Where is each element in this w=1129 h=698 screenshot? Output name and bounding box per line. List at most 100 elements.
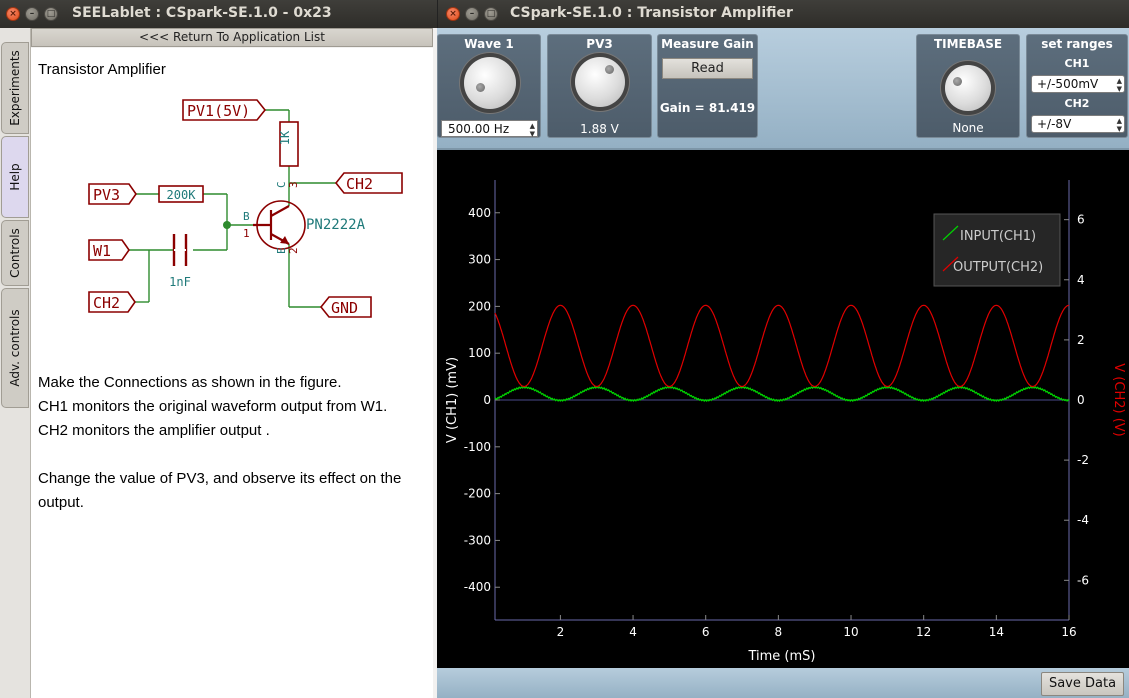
help-line: CH1 monitors the original waveform outpu… xyxy=(38,398,388,415)
pin-3-label: 3 xyxy=(287,181,300,188)
resistor-200k-label: 200K xyxy=(167,188,197,202)
close-icon[interactable]: × xyxy=(6,7,20,21)
vertical-tab-bar: Experiments Help Controls Adv. controls xyxy=(0,28,31,698)
pin-1-label: 1 xyxy=(243,227,250,240)
y-tick-label: 300 xyxy=(468,253,491,267)
ch2-range-select[interactable]: +/-8V ▲ ▼ xyxy=(1031,115,1125,133)
tab-help[interactable]: Help xyxy=(1,136,29,218)
y2-tick-label: -2 xyxy=(1077,453,1089,467)
status-bar: Save Data xyxy=(437,668,1129,698)
pv3-value: 1.88 V xyxy=(580,122,619,136)
ch1-range-label: CH1 xyxy=(1064,57,1090,70)
right-titlebar[interactable]: × – □ CSpark-SE.1.0 : Transistor Amplifi… xyxy=(437,0,1129,28)
x-tick-label: 6 xyxy=(702,625,710,639)
x-tick-label: 14 xyxy=(989,625,1004,639)
timebase-title: TIMEBASE xyxy=(933,37,1003,51)
timebase-knob[interactable] xyxy=(945,65,991,111)
x-tick-label: 16 xyxy=(1061,625,1076,639)
label-gnd: GND xyxy=(331,299,358,317)
wave1-panel: Wave 1 500.00 Hz ▲ ▼ xyxy=(437,34,541,138)
knob-indicator-icon xyxy=(476,83,485,92)
series-output-ch2-line xyxy=(494,304,1070,388)
pv3-knob[interactable] xyxy=(575,57,625,107)
right-window-title: CSpark-SE.1.0 : Transistor Amplifier xyxy=(510,5,793,21)
save-data-button[interactable]: Save Data xyxy=(1041,672,1124,696)
tab-experiments[interactable]: Experiments xyxy=(1,42,29,134)
dropdown-arrows-icon: ▲ ▼ xyxy=(1116,117,1122,133)
pv3-panel: PV3 1.88 V xyxy=(547,34,652,138)
ranges-title: set ranges xyxy=(1041,37,1113,51)
minimize-icon[interactable]: – xyxy=(465,7,479,21)
legend-output-label: OUTPUT(CH2) xyxy=(953,260,1043,275)
x-tick-label: 8 xyxy=(775,625,783,639)
spin-arrows-icon[interactable]: ▲ ▼ xyxy=(530,122,535,138)
oscilloscope-plot[interactable]: 2 4 6 8 10 12 14 164003002001000-100-200-300-40… xyxy=(437,150,1129,668)
transistor-amplifier-schematic: 1K 200K 1nF B 1 C 3 E 2 PN2222A PV1(5V) … xyxy=(88,99,403,318)
return-to-application-list-button[interactable]: <<< Return To Application List xyxy=(31,28,433,47)
maximize-icon[interactable]: □ xyxy=(44,7,58,21)
label-w1: W1 xyxy=(93,242,111,260)
help-note: Change the value of PV3, and observe its… xyxy=(38,467,430,515)
y2-axis-label: V (CH2) (V) xyxy=(1111,363,1126,436)
schematic-wires xyxy=(129,109,336,308)
ch2-range-label: CH2 xyxy=(1064,97,1090,110)
x-tick-label: 10 xyxy=(843,625,858,639)
x-axis-label: Time (mS) xyxy=(747,649,815,664)
y-tick-label: -400 xyxy=(464,580,491,594)
gain-readout: Gain = 81.419 xyxy=(659,101,756,115)
y2-tick-label: 2 xyxy=(1077,333,1085,347)
transistor-amplifier-window: × – □ CSpark-SE.1.0 : Transistor Amplifi… xyxy=(437,0,1129,698)
knob-indicator-icon xyxy=(953,77,962,86)
wave1-frequency-spinbox[interactable]: 500.00 Hz ▲ ▼ xyxy=(441,120,538,138)
close-icon[interactable]: × xyxy=(446,7,460,21)
pv3-title: PV3 xyxy=(586,37,613,51)
wave1-frequency-value: 500.00 Hz xyxy=(448,122,510,136)
control-bar: Wave 1 500.00 Hz ▲ ▼ PV3 1.88 V Measure G… xyxy=(437,28,1129,148)
legend: INPUT(CH1) OUTPUT(CH2) xyxy=(933,213,1061,287)
y-tick-label: -300 xyxy=(464,533,491,547)
y-tick-label: 400 xyxy=(468,206,491,220)
ch1-range-select[interactable]: +/-500mV ▲ ▼ xyxy=(1031,75,1125,93)
ch1-range-value: +/-500mV xyxy=(1037,77,1099,91)
label-pv1: PV1(5V) xyxy=(187,102,250,120)
timebase-value: None xyxy=(952,121,984,135)
y-tick-label: -200 xyxy=(464,487,491,501)
measure-gain-title: Measure Gain xyxy=(661,37,754,51)
pin-b-label: B xyxy=(243,210,250,223)
help-heading: Transistor Amplifier xyxy=(38,61,166,78)
tab-adv-controls[interactable]: Adv. controls xyxy=(1,288,29,408)
x-tick-label: 12 xyxy=(916,625,931,639)
y2-tick-label: -6 xyxy=(1077,573,1089,587)
transistor-label: PN2222A xyxy=(306,217,366,233)
left-window-title: SEELablet : CSpark-SE.1.0 - 0x23 xyxy=(72,5,332,21)
read-gain-button[interactable]: Read xyxy=(662,58,753,79)
plot-frame[interactable]: 2 4 6 8 10 12 14 16 400 300 200 100 0 -100 -200 -300 -40… xyxy=(437,148,1129,668)
label-ch2-in: CH2 xyxy=(93,294,120,312)
wave1-title: Wave 1 xyxy=(464,37,514,51)
ranges-panel: set ranges CH1 +/-500mV ▲ ▼ CH2 +/-8V ▲ ▼ xyxy=(1026,34,1128,138)
help-line: Change the value of PV3, and observe its… xyxy=(38,470,402,487)
help-pane: Transistor Amplifier 1K 200K 1nF B 1 C 3… xyxy=(31,48,433,698)
tab-experiments-label: Experiments xyxy=(8,50,22,126)
legend-input-label: INPUT(CH1) xyxy=(960,229,1036,244)
help-line: Make the Connections as shown in the fig… xyxy=(38,374,342,391)
seelablet-window: × – □ SEELablet : CSpark-SE.1.0 - 0x23 E… xyxy=(0,0,437,698)
ch2-range-value: +/-8V xyxy=(1037,117,1072,131)
label-pv3: PV3 xyxy=(93,186,120,204)
series-input-ch1-line xyxy=(494,385,1070,403)
timebase-panel: TIMEBASE None xyxy=(916,34,1020,138)
x-tick-label: 2 xyxy=(557,625,565,639)
y-axis-label: V (CH1) (mV) xyxy=(445,357,460,443)
left-titlebar[interactable]: × – □ SEELablet : CSpark-SE.1.0 - 0x23 xyxy=(0,0,437,28)
knob-indicator-icon xyxy=(605,65,614,74)
wave1-knob[interactable] xyxy=(464,57,516,109)
maximize-icon[interactable]: □ xyxy=(484,7,498,21)
tab-controls[interactable]: Controls xyxy=(1,220,29,286)
minimize-icon[interactable]: – xyxy=(25,7,39,21)
label-ch2-out: CH2 xyxy=(346,175,373,193)
y-tick-label: 100 xyxy=(468,346,491,360)
help-instructions: Make the Connections as shown in the fig… xyxy=(38,371,430,443)
tab-adv-controls-label: Adv. controls xyxy=(8,309,22,387)
y-tick-label: -100 xyxy=(464,440,491,454)
y-tick-label: 200 xyxy=(468,299,491,313)
